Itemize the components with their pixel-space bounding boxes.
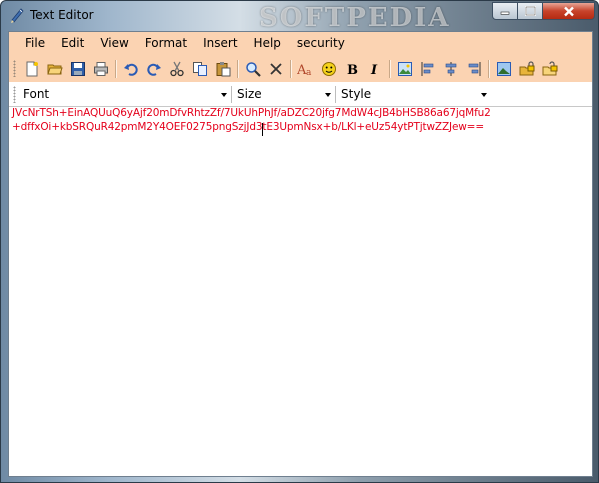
open-icon	[46, 64, 63, 74]
decrypt-icon	[542, 60, 557, 75]
delete-button[interactable]	[264, 58, 287, 80]
toolbar-grip[interactable]	[13, 60, 16, 77]
align-center-button[interactable]	[439, 58, 462, 80]
redo-icon	[146, 63, 161, 76]
print-button[interactable]	[89, 58, 112, 80]
toolbar-separator	[488, 59, 489, 78]
svg-text:B: B	[347, 63, 358, 77]
menu-view[interactable]: View	[92, 32, 136, 55]
maximize-button[interactable]	[518, 2, 543, 20]
find-button[interactable]	[241, 58, 264, 80]
align-right-icon	[468, 61, 480, 76]
italic-icon: I	[370, 63, 378, 77]
undo-icon	[123, 63, 138, 76]
font-color-button[interactable]: Aa	[294, 58, 317, 80]
toolbar-separator	[115, 59, 116, 78]
editor-line: +dffxOi+kbSRQuR42pmM2Y4OEF0275pngSzjJd3t…	[12, 121, 484, 133]
align-center-icon	[445, 61, 456, 76]
menu-security[interactable]: security	[289, 32, 353, 55]
emoticon-icon	[321, 61, 336, 76]
encrypt-icon	[519, 60, 534, 75]
font-combo[interactable]: Font	[19, 85, 231, 105]
toolbar-separator	[290, 59, 291, 78]
chevron-down-icon	[221, 93, 227, 97]
undo-button[interactable]	[119, 58, 142, 80]
format-toolbar-grip[interactable]	[13, 86, 16, 103]
copy-icon	[192, 61, 207, 76]
cut-button[interactable]	[165, 58, 188, 80]
client-area: File Edit View Format Insert Help securi…	[8, 31, 593, 477]
picture-button[interactable]	[492, 58, 515, 80]
app-window: Text Editor SOFTPEDIA File Edit View For…	[0, 0, 599, 483]
size-combo-label: Size	[237, 87, 262, 101]
format-separator	[231, 86, 232, 103]
toolbar-separator	[389, 59, 390, 78]
paste-button[interactable]	[211, 58, 234, 80]
italic-button[interactable]: I	[363, 58, 386, 80]
redo-button[interactable]	[142, 58, 165, 80]
menu-bar: File Edit View Format Insert Help securi…	[9, 32, 592, 55]
editor-text-area[interactable]: JVcNrTSh+EinAQUuQ6yAjf20mDfvRhtzZf/7UkUh…	[9, 107, 592, 476]
align-left-button[interactable]	[416, 58, 439, 80]
decrypt-button[interactable]	[538, 58, 561, 80]
menu-format[interactable]: Format	[137, 32, 195, 55]
format-separator	[335, 86, 336, 103]
cut-icon	[169, 61, 184, 76]
title-bar[interactable]: Text Editor SOFTPEDIA	[1, 1, 598, 33]
new-icon	[26, 61, 38, 76]
window-title: Text Editor	[30, 8, 94, 22]
delete-icon	[269, 62, 282, 75]
encrypt-button[interactable]	[515, 58, 538, 80]
menu-help[interactable]: Help	[246, 32, 289, 55]
find-icon	[245, 61, 261, 77]
main-toolbar: Aa B I	[9, 55, 592, 82]
close-button[interactable]	[543, 2, 595, 20]
insert-image-button[interactable]	[393, 58, 416, 80]
insert-image-icon	[397, 61, 412, 76]
copy-button[interactable]	[188, 58, 211, 80]
save-icon	[70, 61, 85, 76]
svg-text:I: I	[370, 63, 378, 77]
app-icon	[11, 8, 24, 23]
maximize-icon	[524, 6, 536, 16]
bold-button[interactable]: B	[340, 58, 363, 80]
style-combo-label: Style	[341, 87, 372, 101]
save-button[interactable]	[66, 58, 89, 80]
close-icon	[563, 6, 574, 16]
minimize-button[interactable]	[492, 2, 518, 20]
toolbar-separator	[237, 59, 238, 78]
softpedia-watermark: SOFTPEDIA	[259, 3, 451, 33]
paste-icon	[216, 61, 230, 76]
new-button[interactable]	[20, 58, 43, 80]
caption-buttons	[492, 2, 595, 21]
menu-insert[interactable]: Insert	[195, 32, 245, 55]
chevron-down-icon	[481, 93, 487, 97]
editor-line: JVcNrTSh+EinAQUuQ6yAjf20mDfvRhtzZf/7UkUh…	[12, 107, 491, 119]
size-combo[interactable]: Size	[233, 85, 335, 105]
print-icon	[93, 61, 108, 76]
chevron-down-icon	[325, 93, 331, 97]
open-button[interactable]	[43, 58, 66, 80]
style-combo[interactable]: Style	[337, 85, 491, 105]
menu-edit[interactable]: Edit	[53, 32, 92, 55]
font-color-icon: Aa	[297, 63, 312, 77]
svg-text:a: a	[306, 68, 312, 77]
font-combo-label: Font	[23, 87, 50, 101]
picture-icon	[496, 61, 511, 76]
align-right-button[interactable]	[462, 58, 485, 80]
emoticon-button[interactable]	[317, 58, 340, 80]
align-left-icon	[421, 61, 433, 76]
bold-icon: B	[347, 63, 358, 77]
menu-file[interactable]: File	[9, 32, 53, 55]
text-caret	[262, 123, 263, 136]
format-toolbar: Font Size Style	[9, 82, 592, 107]
minimize-icon	[500, 11, 510, 15]
